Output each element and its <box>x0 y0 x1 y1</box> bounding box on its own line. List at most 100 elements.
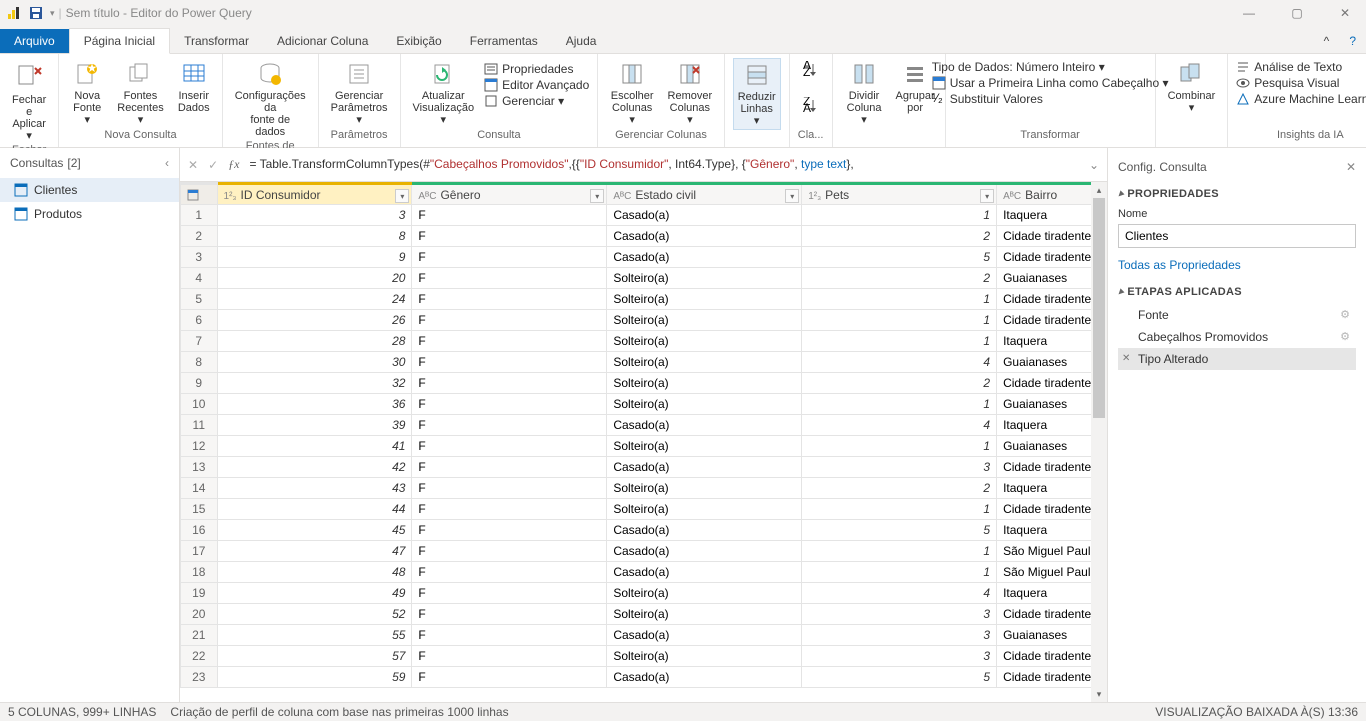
table-row[interactable]: 1342FCasado(a)3Cidade tiradentes <box>181 457 1108 478</box>
choose-columns-button[interactable]: Escolher Colunas ▾ <box>606 58 658 128</box>
manage-button[interactable]: Gerenciar ▾ <box>484 94 589 108</box>
new-source-button[interactable]: ★Nova Fonte ▾ <box>67 58 107 128</box>
applied-step[interactable]: Tipo Alterado <box>1118 348 1356 370</box>
accept-formula-icon[interactable]: ✓ <box>208 158 218 172</box>
maximize-button[interactable]: ▢ <box>1282 6 1312 20</box>
table-row[interactable]: 1848FCasado(a)1São Miguel Paulista <box>181 562 1108 583</box>
enter-data-button[interactable]: Inserir Dados <box>174 58 214 116</box>
scroll-up-icon[interactable]: ▴ <box>1091 182 1107 198</box>
status-profiling: Criação de perfil de coluna com base nas… <box>170 705 508 719</box>
group-label-sort: Cla... <box>798 129 824 143</box>
table-row[interactable]: 28FCasado(a)2Cidade tiradentes <box>181 226 1108 247</box>
properties-button[interactable]: Propriedades <box>484 62 589 76</box>
query-item-clientes[interactable]: Clientes <box>0 178 179 202</box>
save-icon[interactable] <box>28 5 44 21</box>
table-row[interactable]: 1645FCasado(a)5Itaquera <box>181 520 1108 541</box>
vision-button[interactable]: Pesquisa Visual <box>1236 76 1366 90</box>
title-bar: ▾ | Sem título - Editor do Power Query ―… <box>0 0 1366 26</box>
data-source-settings-button[interactable]: Configurações da fonte de dados <box>231 58 310 140</box>
combine-button[interactable]: Combinar ▾ <box>1164 58 1220 116</box>
table-row[interactable]: 1949FSolteiro(a)4Itaquera <box>181 583 1108 604</box>
applied-steps-title[interactable]: ETAPAS APLICADAS <box>1118 286 1356 298</box>
data-grid[interactable]: 1²₃ID Consumidor▾AᴮCGênero▾AᴮCEstado civ… <box>180 182 1107 702</box>
table-row[interactable]: 1544FSolteiro(a)1Cidade tiradentes <box>181 499 1108 520</box>
qat-dropdown-icon[interactable]: ▾ <box>50 8 55 19</box>
formula-bar: ✕ ✓ ƒx = Table.TransformColumnTypes(#"Ca… <box>180 148 1107 182</box>
filter-dropdown-icon[interactable]: ▾ <box>395 189 409 203</box>
scroll-down-icon[interactable]: ▾ <box>1091 686 1107 702</box>
table-row[interactable]: 13FCasado(a)1Itaquera <box>181 205 1108 226</box>
svg-text:¹⁄₂: ¹⁄₂ <box>932 92 943 105</box>
fx-icon[interactable]: ƒx <box>228 157 239 172</box>
reduce-rows-button[interactable]: Reduzir Linhas ▾ <box>733 58 781 130</box>
azure-ml-button[interactable]: Azure Machine Learning <box>1236 92 1366 106</box>
table-row[interactable]: 2155FCasado(a)3Guaianases <box>181 625 1108 646</box>
column-header-gênero[interactable]: AᴮCGênero▾ <box>412 184 607 205</box>
corner-cell[interactable] <box>181 184 218 205</box>
table-row[interactable]: 2052FSolteiro(a)3Cidade tiradentes <box>181 604 1108 625</box>
refresh-preview-button[interactable]: Atualizar Visualização ▾ <box>409 58 479 128</box>
svg-text:A: A <box>803 101 811 113</box>
table-row[interactable]: 39FCasado(a)5Cidade tiradentes <box>181 247 1108 268</box>
help-icon[interactable]: ? <box>1339 29 1366 53</box>
query-name-input[interactable] <box>1118 224 1356 248</box>
remove-columns-button[interactable]: Remover Colunas ▾ <box>664 58 716 128</box>
close-settings-icon[interactable]: ✕ <box>1346 160 1356 174</box>
recent-sources-button[interactable]: Fontes Recentes ▾ <box>113 58 167 128</box>
table-row[interactable]: 2359FCasado(a)5Cidade tiradentes <box>181 667 1108 688</box>
tab-add-column[interactable]: Adicionar Coluna <box>263 29 382 53</box>
ribbon-collapse-icon[interactable]: ^ <box>1314 29 1340 53</box>
cancel-formula-icon[interactable]: ✕ <box>188 158 198 172</box>
column-header-estado civil[interactable]: AᴮCEstado civil▾ <box>607 184 802 205</box>
first-row-header-button[interactable]: Usar a Primeira Linha como Cabeçalho ▾ <box>932 76 1169 90</box>
split-column-button[interactable]: Dividir Coluna ▾ <box>841 58 888 128</box>
table-row[interactable]: 932FSolteiro(a)2Cidade tiradentes <box>181 373 1108 394</box>
queries-pane: Consultas[2] ‹ ClientesProdutos <box>0 148 180 702</box>
table-row[interactable]: 626FSolteiro(a)1Cidade tiradentes <box>181 310 1108 331</box>
sort-desc-button[interactable]: ZA <box>798 94 824 116</box>
advanced-editor-button[interactable]: Editor Avançado <box>484 78 589 92</box>
tab-home[interactable]: Página Inicial <box>69 28 170 54</box>
tab-tools[interactable]: Ferramentas <box>456 29 552 53</box>
table-row[interactable]: 2257FSolteiro(a)3Cidade tiradentes <box>181 646 1108 667</box>
table-row[interactable]: 1443FSolteiro(a)2Itaquera <box>181 478 1108 499</box>
all-properties-link[interactable]: Todas as Propriedades <box>1118 258 1356 272</box>
tab-help[interactable]: Ajuda <box>552 29 611 53</box>
tab-file[interactable]: Arquivo <box>0 29 69 53</box>
formula-expand-icon[interactable]: ⌄ <box>1089 158 1099 172</box>
minimize-button[interactable]: ― <box>1234 6 1264 20</box>
formula-text[interactable]: = Table.TransformColumnTypes(#"Cabeçalho… <box>249 157 1078 172</box>
column-header-id consumidor[interactable]: 1²₃ID Consumidor▾ <box>217 184 412 205</box>
text-analytics-button[interactable]: Análise de Texto <box>1236 60 1366 74</box>
data-type-button[interactable]: Tipo de Dados: Número Inteiro ▾ <box>932 60 1169 74</box>
query-settings-pane: Config. Consulta✕ PROPRIEDADES Nome Toda… <box>1108 148 1366 702</box>
table-row[interactable]: 830FSolteiro(a)4Guaianases <box>181 352 1108 373</box>
table-row[interactable]: 524FSolteiro(a)1Cidade tiradentes <box>181 289 1108 310</box>
column-header-pets[interactable]: 1²₃Pets▾ <box>802 184 997 205</box>
group-by-button[interactable]: Agrupar por <box>894 58 937 116</box>
tab-transform[interactable]: Transformar <box>170 29 263 53</box>
close-apply-button[interactable]: Fechar e Aplicar ▾ <box>8 58 50 144</box>
replace-values-button[interactable]: ¹⁄₂Substituir Valores <box>932 92 1169 106</box>
table-row[interactable]: 1139FCasado(a)4Itaquera <box>181 415 1108 436</box>
applied-step[interactable]: Cabeçalhos Promovidos⚙ <box>1118 326 1356 348</box>
table-row[interactable]: 728FSolteiro(a)1Itaquera <box>181 331 1108 352</box>
gear-icon[interactable]: ⚙ <box>1340 330 1350 343</box>
table-row[interactable]: 1747FCasado(a)1São Miguel Paulista <box>181 541 1108 562</box>
table-row[interactable]: 420FSolteiro(a)2Guaianases <box>181 268 1108 289</box>
collapse-queries-icon[interactable]: ‹ <box>165 156 169 170</box>
sort-asc-button[interactable]: AZ <box>798 58 824 80</box>
close-button[interactable]: ✕ <box>1330 6 1360 20</box>
filter-dropdown-icon[interactable]: ▾ <box>590 189 604 203</box>
query-item-produtos[interactable]: Produtos <box>0 202 179 226</box>
gear-icon[interactable]: ⚙ <box>1340 308 1350 321</box>
applied-step[interactable]: Fonte⚙ <box>1118 304 1356 326</box>
table-row[interactable]: 1036FSolteiro(a)1Guaianases <box>181 394 1108 415</box>
filter-dropdown-icon[interactable]: ▾ <box>785 189 799 203</box>
tab-view[interactable]: Exibição <box>382 29 455 53</box>
table-row[interactable]: 1241FSolteiro(a)1Guaianases <box>181 436 1108 457</box>
manage-params-button[interactable]: Gerenciar Parâmetros ▾ <box>327 58 392 128</box>
filter-dropdown-icon[interactable]: ▾ <box>980 189 994 203</box>
properties-section-title[interactable]: PROPRIEDADES <box>1118 188 1356 200</box>
vertical-scrollbar[interactable]: ▴ ▾ <box>1091 182 1107 702</box>
